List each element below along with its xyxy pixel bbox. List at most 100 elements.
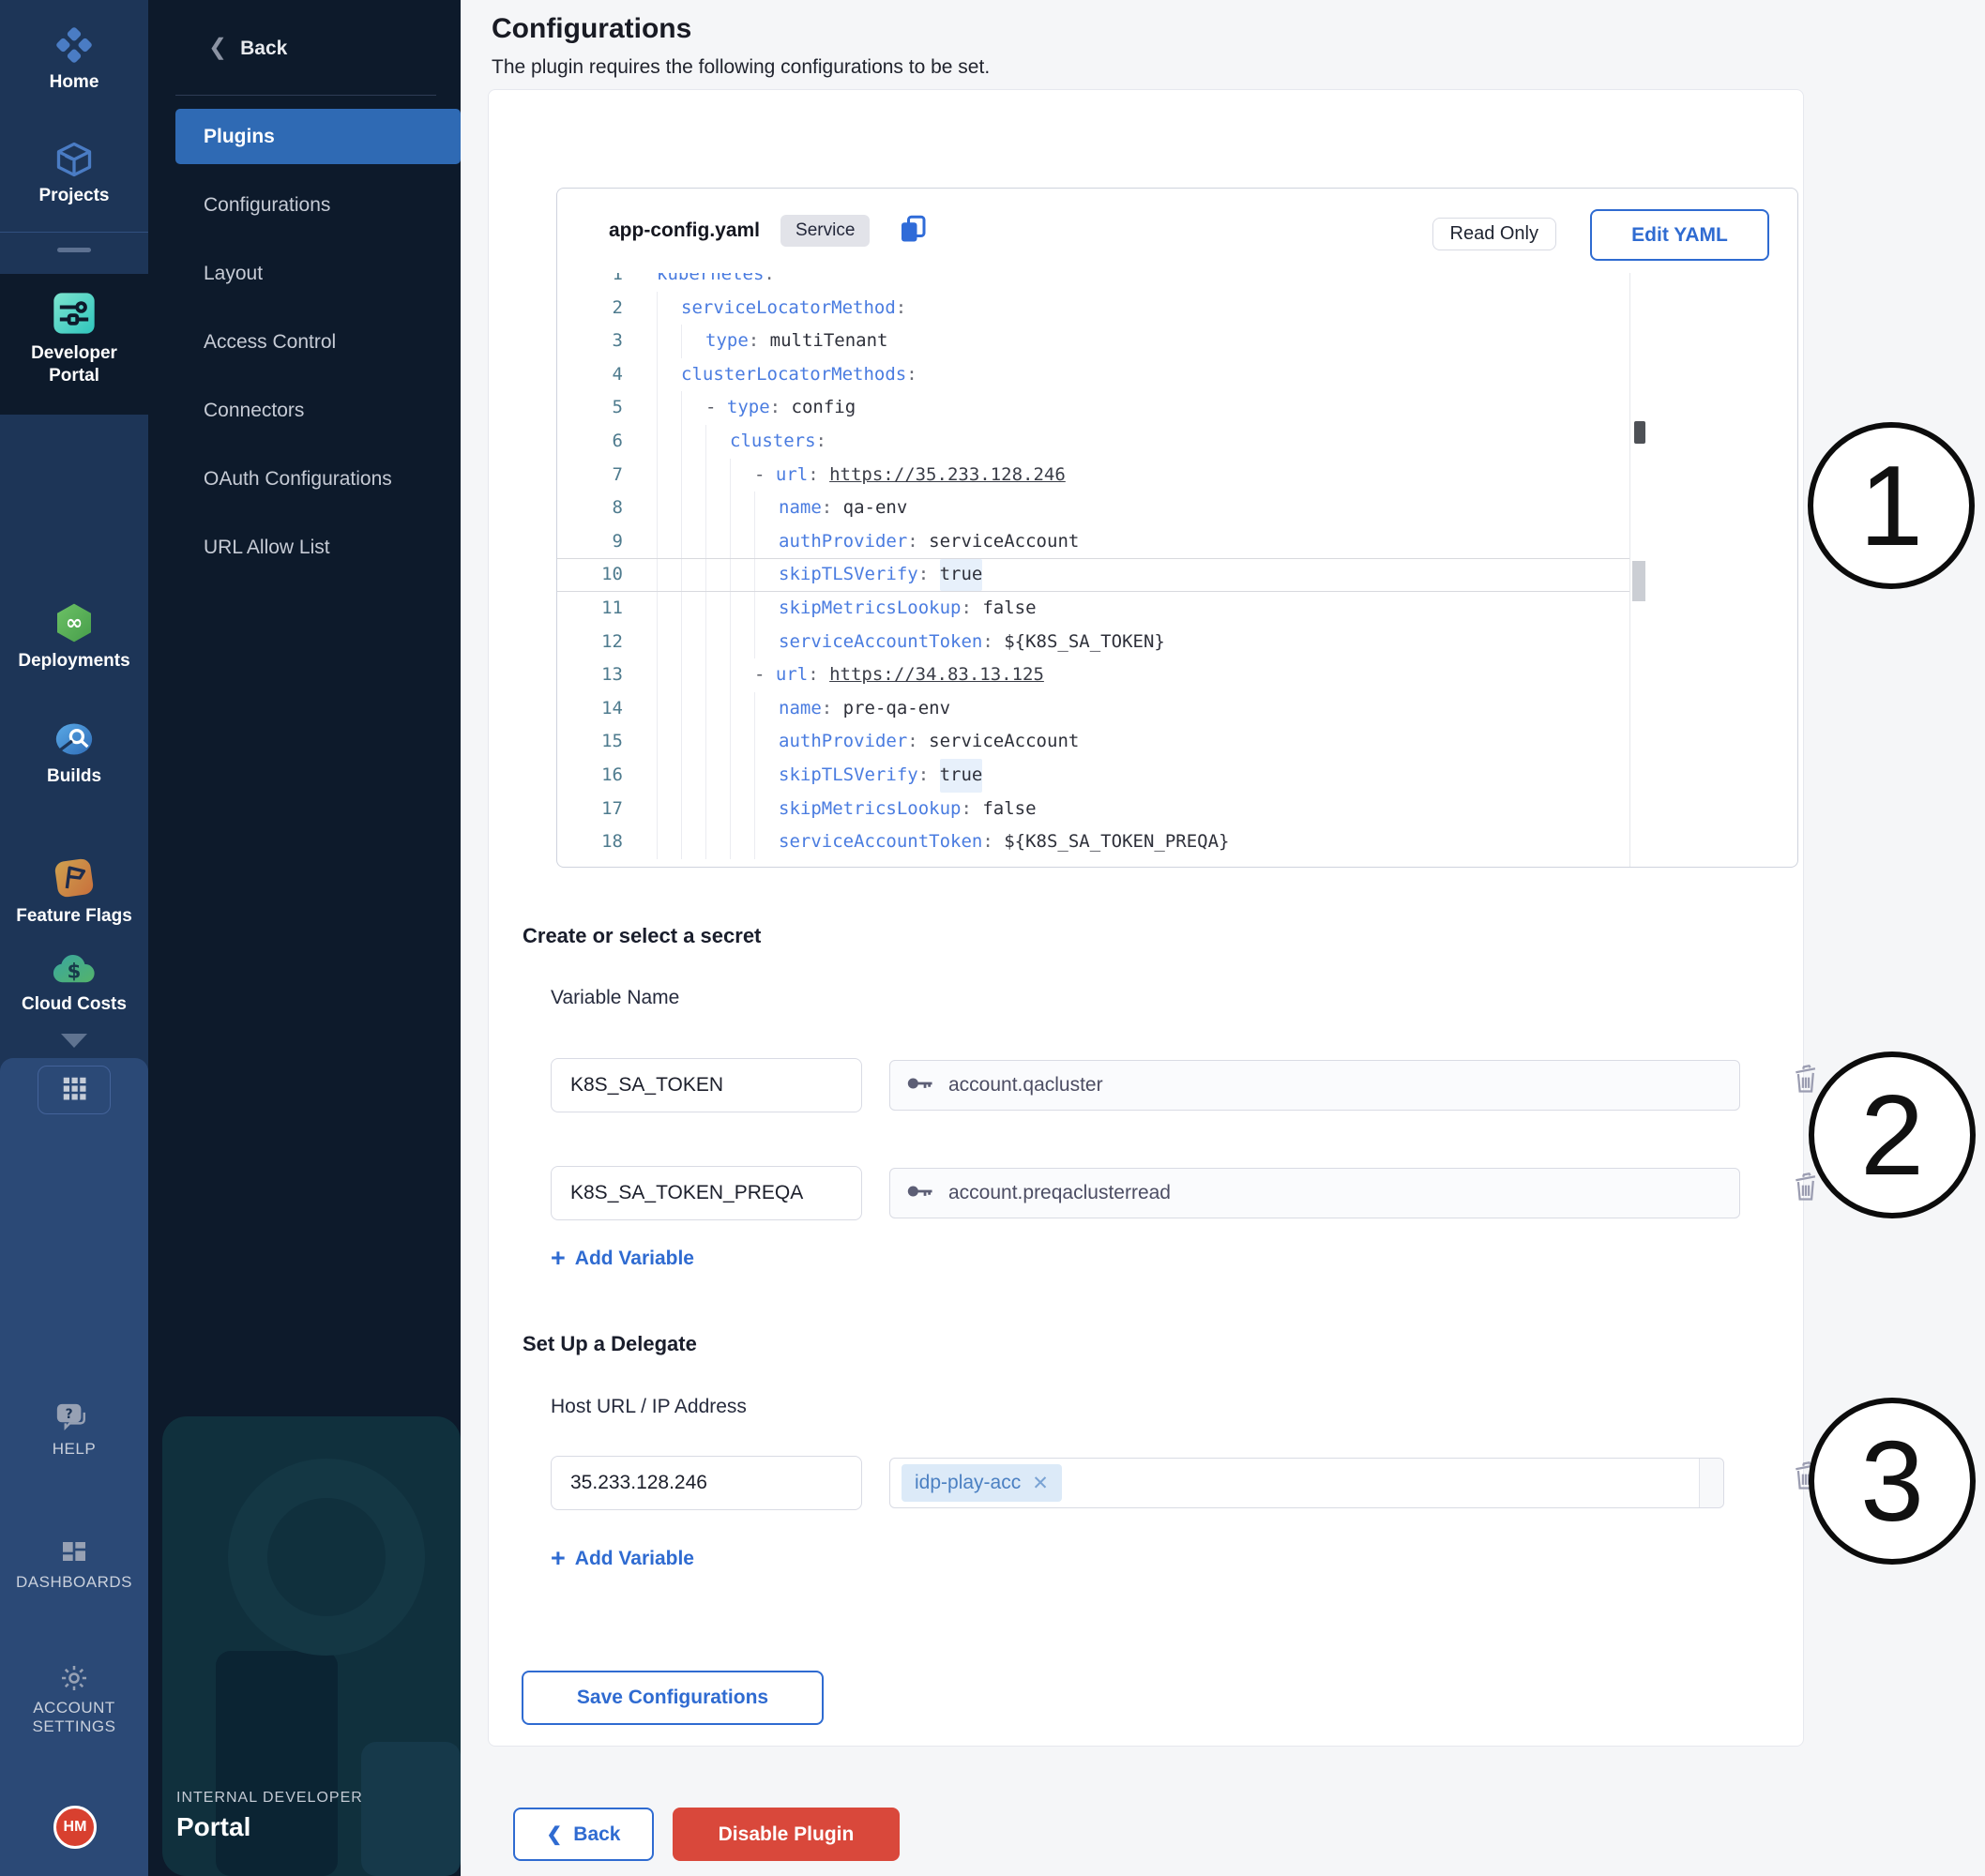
yaml-code-lines: 1kubernetes:2serviceLocatorMethod:3type:… [557, 273, 1629, 859]
code-line-14: 14name: pre-qa-env [557, 692, 1629, 726]
code-line-11: 11skipMetricsLookup: false [557, 592, 1629, 626]
tag-field-end-cap [1699, 1459, 1723, 1507]
variable-name-input-1[interactable] [551, 1058, 862, 1112]
developer-portal-icon [50, 289, 98, 342]
footer-item-label: HELP [0, 1440, 148, 1459]
sidebar-item-url-allow-list[interactable]: URL Allow List [175, 520, 461, 575]
sidebar-item-builds[interactable]: Builds [0, 718, 148, 788]
sidebar-item-layout[interactable]: Layout [175, 246, 461, 301]
sidebar-item-cloud-costs[interactable]: $ Cloud Costs [0, 949, 148, 1016]
sidebar-item-oauth-configurations[interactable]: OAuth Configurations [175, 451, 461, 507]
add-variable-label: Add Variable [575, 1548, 694, 1570]
add-variable-button-secrets[interactable]: + Add Variable [551, 1244, 694, 1273]
save-configurations-button[interactable]: Save Configurations [522, 1671, 824, 1725]
sidebar-item-help[interactable]: ? HELP [0, 1401, 148, 1459]
sidebar-item-connectors[interactable]: Connectors [175, 383, 461, 438]
home-icon [53, 23, 96, 71]
secret-section-heading: Create or select a secret [523, 924, 761, 948]
delete-variable-button-1[interactable] [1790, 1061, 1824, 1098]
delegate-tag-field[interactable]: idp-play-acc ✕ [889, 1458, 1724, 1508]
plus-icon: + [551, 1244, 566, 1273]
scrollbar-marker [1632, 561, 1645, 601]
chevron-left-icon: ❮ [547, 1823, 563, 1846]
sidebar-decoration-ring [228, 1459, 425, 1656]
sidebar-divider [0, 232, 148, 233]
svg-text:$: $ [68, 960, 82, 983]
back-label: Back [240, 38, 287, 59]
sidebar-item-configurations[interactable]: Configurations [175, 177, 461, 233]
add-variable-button-delegate[interactable]: + Add Variable [551, 1544, 694, 1573]
edit-yaml-button[interactable]: Edit YAML [1590, 209, 1769, 261]
code-line-13: 13- url: https://34.83.13.125 [557, 658, 1629, 692]
svg-text:?: ? [66, 1407, 73, 1422]
code-line-10: 10skipTLSVerify: true [557, 558, 1629, 592]
cloud-costs-icon: $ [51, 949, 98, 993]
yaml-editor-card: app-config.yaml Service Read Only Edit Y… [556, 188, 1798, 868]
back-nav[interactable]: ❮ Back [208, 34, 287, 61]
footer-title: Portal [176, 1812, 363, 1842]
annotation-circle-3: 3 [1809, 1398, 1976, 1565]
service-badge: Service [780, 215, 870, 247]
back-button[interactable]: ❮ Back [513, 1808, 654, 1861]
secret-selector-1[interactable]: account.qacluster [889, 1060, 1740, 1111]
module-label: Deployments [0, 650, 148, 673]
back-button-label: Back [573, 1823, 620, 1846]
editor-scrollbar[interactable] [1629, 273, 1648, 867]
sidebar-item-deployments[interactable]: ∞ Deployments [0, 600, 148, 673]
feature-flags-icon [52, 855, 97, 905]
yaml-code-viewport[interactable]: 1kubernetes:2serviceLocatorMethod:3type:… [557, 273, 1629, 867]
chevron-down-icon[interactable] [61, 1034, 87, 1048]
code-line-17: 17skipMetricsLookup: false [557, 793, 1629, 826]
read-only-badge: Read Only [1432, 218, 1557, 250]
code-line-9: 9authProvider: serviceAccount [557, 525, 1629, 559]
delegate-tag-chip[interactable]: idp-play-acc ✕ [902, 1464, 1062, 1502]
page-title: Configurations [492, 13, 691, 45]
host-url-label: Host URL / IP Address [551, 1396, 747, 1418]
gear-icon [58, 1682, 90, 1698]
sidebar-item-projects[interactable]: Projects [0, 139, 148, 207]
sidebar-item-plugins[interactable]: Plugins [175, 109, 461, 164]
module-label: Feature Flags [0, 905, 148, 928]
variable-name-input-2[interactable] [551, 1166, 862, 1220]
scrollbar-thumb[interactable] [1634, 421, 1645, 444]
module-selector-button[interactable] [38, 1066, 111, 1114]
code-line-5: 5- type: config [557, 391, 1629, 425]
key-icon [907, 1181, 935, 1206]
disable-plugin-button[interactable]: Disable Plugin [673, 1808, 900, 1861]
subnav-footer: INTERNAL DEVELOPER Portal [176, 1790, 363, 1842]
deployments-icon: ∞ [52, 600, 97, 650]
sidebar-item-dashboards[interactable]: DASHBOARDS [0, 1538, 148, 1592]
module-label: Developer Portal [18, 342, 130, 387]
secret-name: account.qacluster [948, 1074, 1103, 1097]
code-line-6: 6clusters: [557, 425, 1629, 459]
host-url-input[interactable] [551, 1456, 862, 1510]
code-line-18: 18serviceAccountToken: ${K8S_SA_TOKEN_PR… [557, 825, 1629, 859]
copy-icon[interactable] [896, 212, 930, 250]
sidebar-lower-panel [0, 1058, 148, 1876]
chevron-left-icon: ❮ [208, 35, 227, 60]
sidebar-item-account-settings[interactable]: ACCOUNT SETTINGS [0, 1662, 148, 1736]
builds-icon [53, 718, 96, 765]
sidebar-item-home[interactable]: Home [0, 23, 148, 94]
annotation-circle-1: 1 [1808, 422, 1975, 589]
plus-icon: + [551, 1544, 566, 1573]
sidebar-item-feature-flags[interactable]: Feature Flags [0, 855, 148, 928]
sidebar-item-access-control[interactable]: Access Control [175, 314, 461, 370]
module-label: Cloud Costs [0, 993, 148, 1016]
annotation-circle-2: 2 [1809, 1051, 1976, 1218]
help-icon: ? [55, 1423, 93, 1439]
sidebar-item-developer-portal[interactable]: Developer Portal [0, 289, 148, 387]
close-icon[interactable]: ✕ [1032, 1472, 1049, 1495]
footer-item-label: DASHBOARDS [0, 1573, 148, 1592]
secret-selector-2[interactable]: account.preqaclusterread [889, 1168, 1740, 1218]
sidebar-collapse-handle[interactable] [57, 248, 91, 252]
delegate-section-heading: Set Up a Delegate [523, 1332, 697, 1356]
avatar[interactable]: HM [53, 1806, 97, 1849]
primary-sidebar: Home Projects Developer Portal ∞ Deploym… [0, 0, 148, 1876]
tag-label: idp-play-acc [915, 1472, 1021, 1494]
annotation-number: 3 [1860, 1415, 1924, 1547]
code-line-16: 16skipTLSVerify: true [557, 759, 1629, 793]
secondary-sidebar: ❮ Back Plugins Configurations Layout Access … [148, 0, 461, 1876]
footer-item-label: ACCOUNT SETTINGS [13, 1699, 135, 1736]
code-line-3: 3type: multiTenant [557, 325, 1629, 358]
